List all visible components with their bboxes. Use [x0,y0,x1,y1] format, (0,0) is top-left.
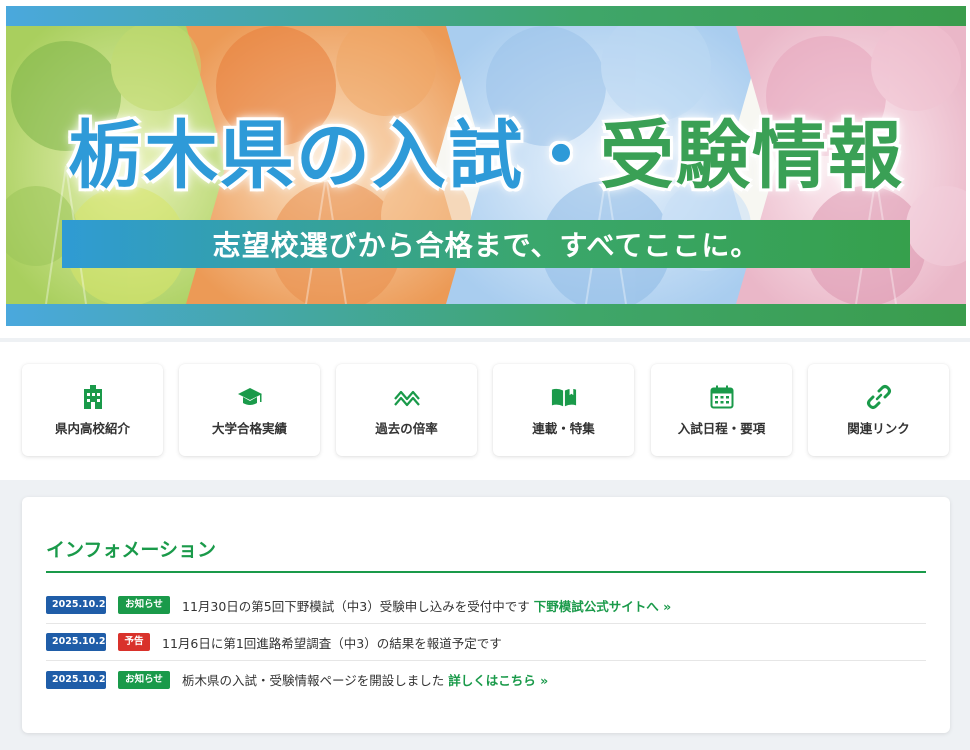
nav-card-exam-schedule[interactable]: 入試日程・要項 [651,364,792,456]
hero-title: 栃木県の入試・受験情報 [6,96,966,203]
news-text: 栃木県の入試・受験情報ページを開設しました [182,673,445,688]
news-date: 2025.10.24 [46,633,112,651]
news-item: 2025.10.24 予告 11月6日に第1回進路希望調査（中3）の結果を報道予… [46,624,926,661]
nav-label-schools: 県内高校紹介 [54,420,130,436]
news-category-badge: お知らせ [118,670,170,689]
news-text: 11月6日に第1回進路希望調査（中3）の結果を報道予定です [162,635,502,651]
news-date: 2025.10.24 [46,670,112,689]
news-item: 2025.10.24 お知らせ 栃木県の入試・受験情報ページを開設しました 詳し… [46,661,926,698]
information-panel: インフォメーション 2025.10.27 お知らせ 11月30日の第5回下野模試… [22,497,950,733]
nav-label-features: 連載・特集 [532,420,595,436]
hero-title-part2: 受験情報 [600,113,904,199]
news-date: 2025.10.27 [46,596,112,614]
nav-card-university-results[interactable]: 大学合格実績 [179,364,320,456]
nav-card-past-ratios[interactable]: 過去の倍率 [336,364,477,456]
nav-card-related-links[interactable]: 関連リンク [808,364,949,456]
news-list: 2025.10.27 お知らせ 11月30日の第5回下野模試（中3）受験申し込み… [46,587,926,698]
open-book-icon [551,384,577,410]
chart-line-icon [393,384,420,410]
information-divider [46,571,926,573]
hero-banner: 栃木県の入試・受験情報 志望校選びから合格まで、すべてここに。 [0,0,970,338]
nav-label-exam-schedule: 入試日程・要項 [677,420,766,436]
hero-title-part1: 栃木県の入試・ [68,113,600,199]
news-link-shimotsuke-mock[interactable]: 下野模試公式サイトへ » [534,596,671,615]
hero-frame: 栃木県の入試・受験情報 志望校選びから合格まで、すべてここに。 [6,6,966,326]
news-link-details[interactable]: 詳しくはこちら » [448,670,548,689]
news-text: 11月30日の第5回下野模試（中3）受験申し込みを受付中です [182,598,530,614]
nav-label-past-ratios: 過去の倍率 [375,420,438,436]
nav-card-schools[interactable]: 県内高校紹介 [22,364,163,456]
graduation-cap-icon [237,384,263,410]
school-building-icon [80,384,106,410]
news-item: 2025.10.27 お知らせ 11月30日の第5回下野模試（中3）受験申し込み… [46,587,926,624]
calendar-icon [709,384,735,410]
nav-label-related-links: 関連リンク [847,420,910,436]
link-icon [866,384,892,410]
hero-subtitle: 志望校選びから合格まで、すべてここに。 [62,220,910,268]
news-category-badge: お知らせ [118,596,170,614]
information-title: インフォメーション [46,539,217,561]
nav-label-university-results: 大学合格実績 [211,420,287,436]
news-category-badge: 予告 [118,633,150,651]
nav-card-features[interactable]: 連載・特集 [493,364,634,456]
category-nav: 県内高校紹介 大学合格実績 過去の倍率 連載・特集 入試日程・要項 関連リンク [0,342,970,480]
